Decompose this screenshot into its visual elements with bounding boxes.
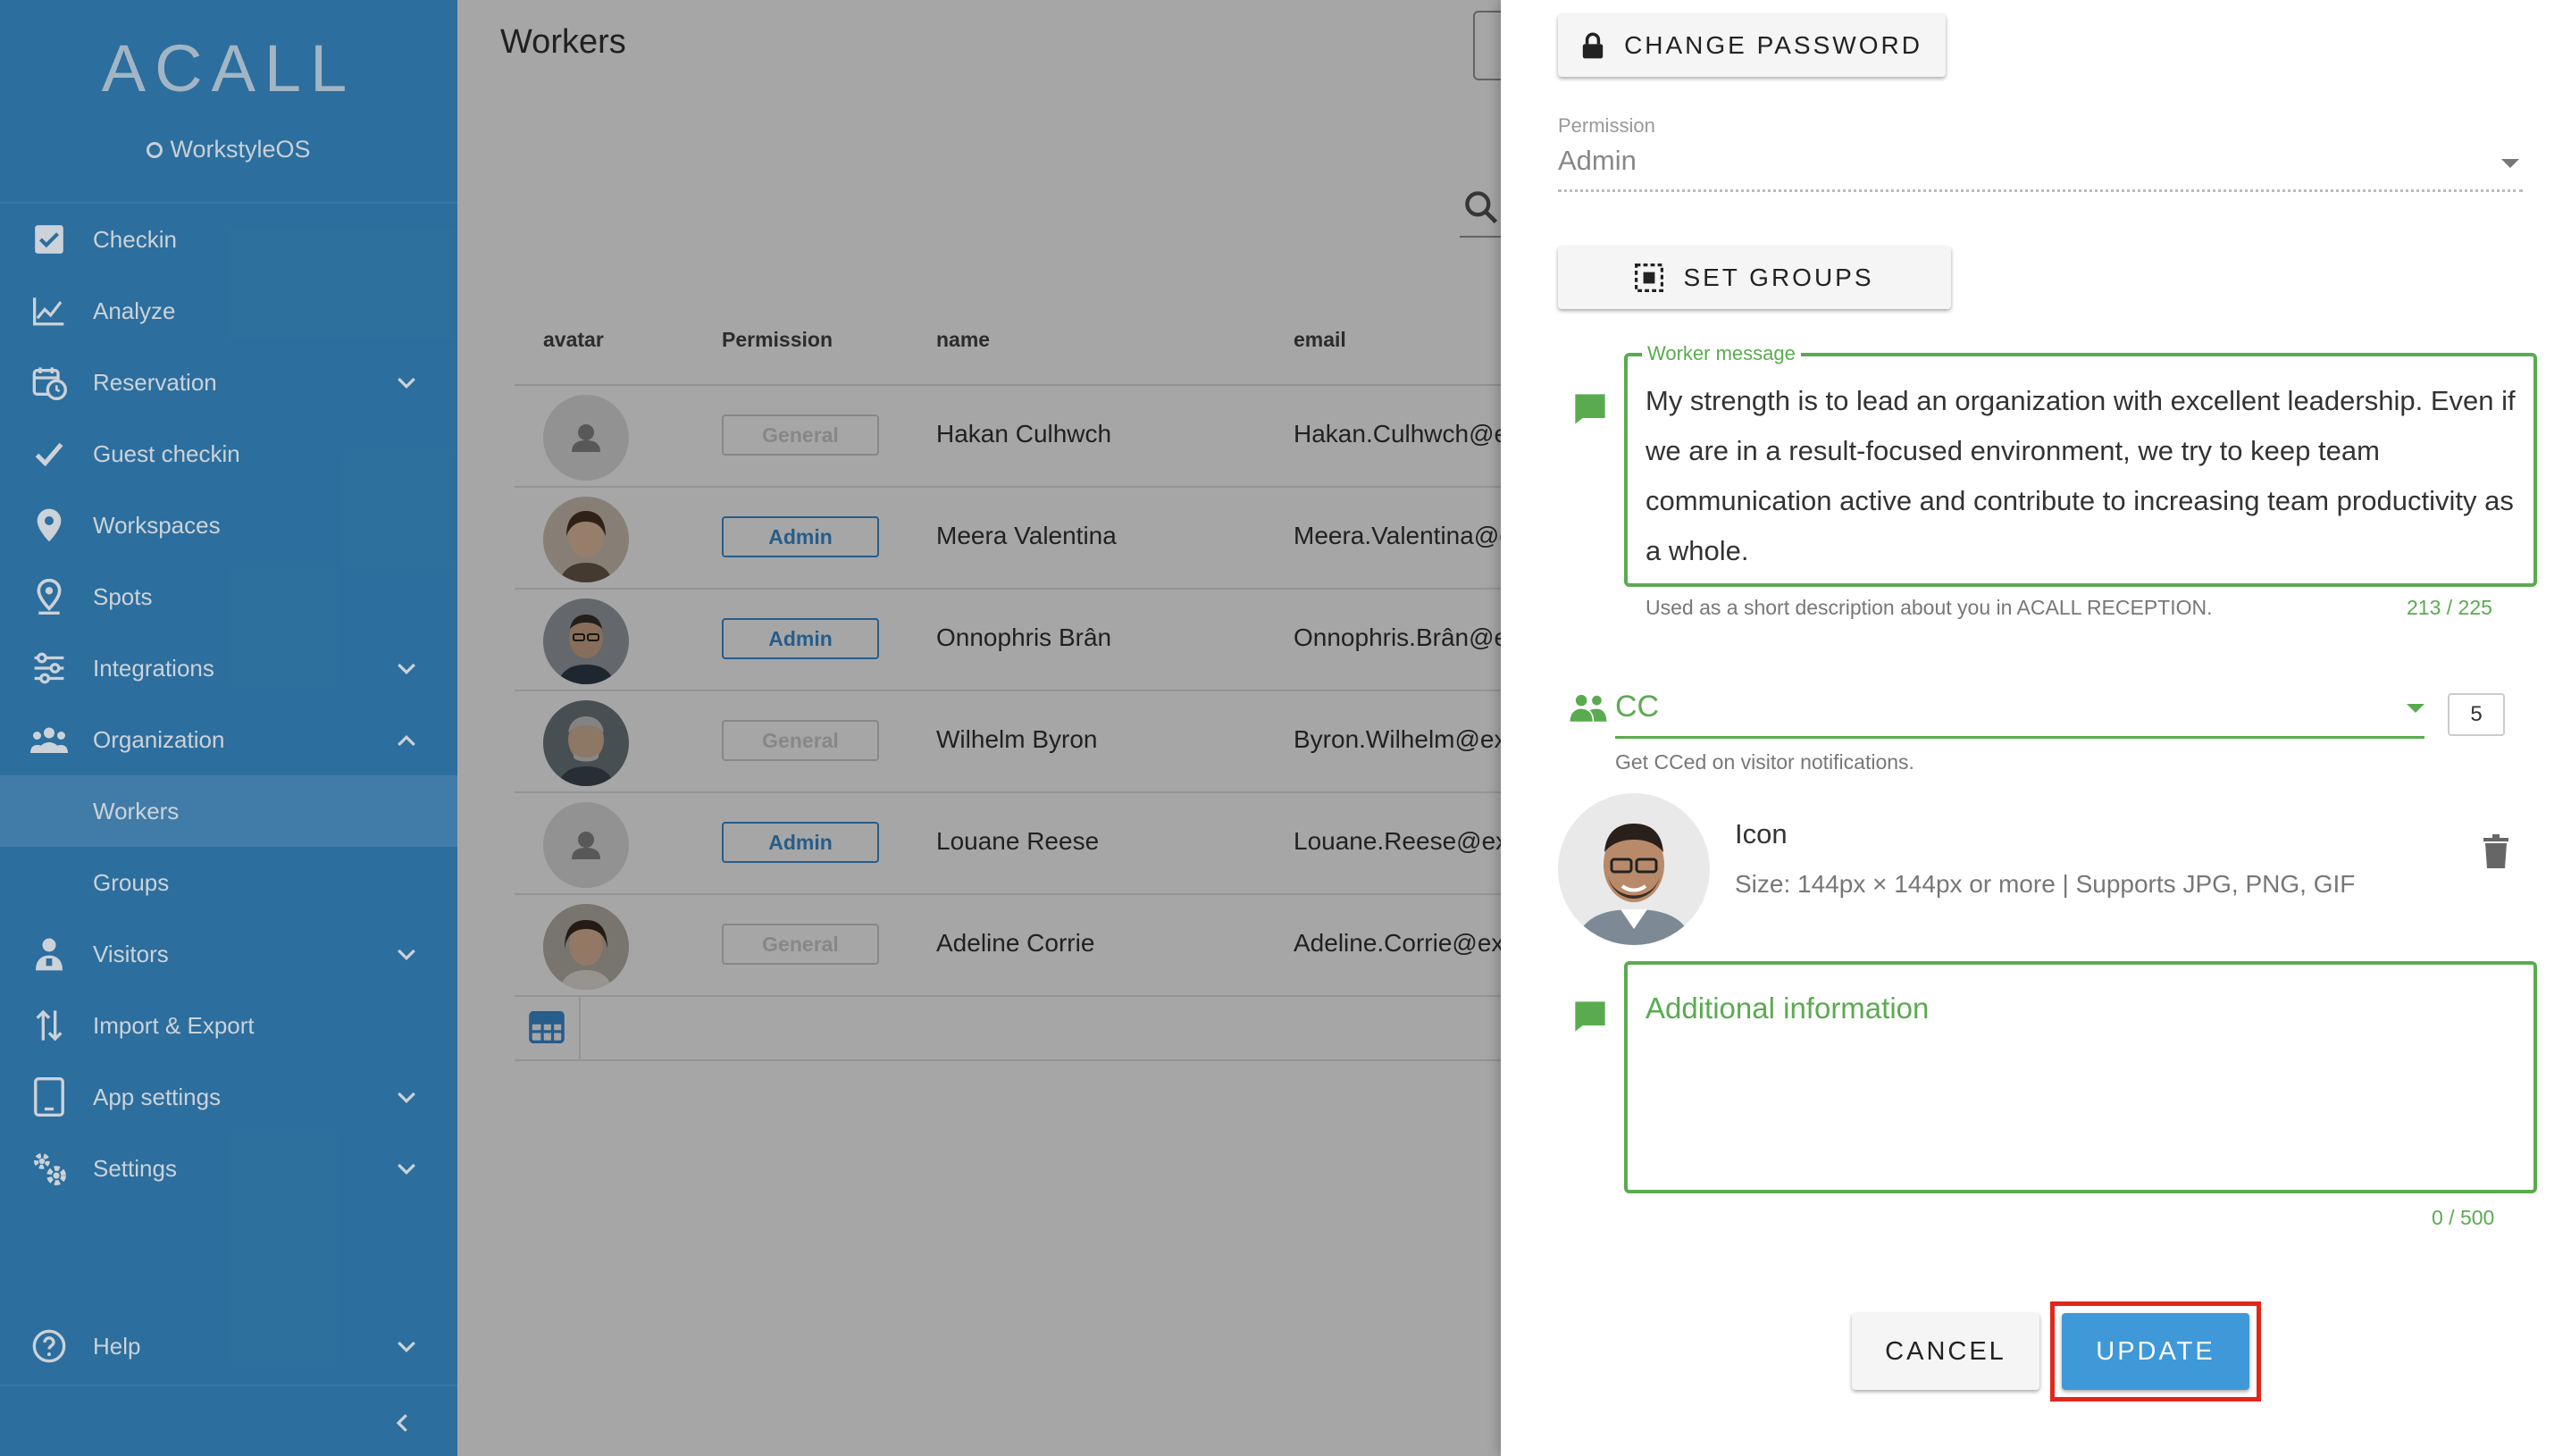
permission-underline bbox=[1558, 189, 2523, 192]
worker-message-counter: 213 / 225 bbox=[2407, 596, 2492, 619]
update-button[interactable]: UPDATE bbox=[2062, 1313, 2249, 1390]
cancel-button[interactable]: CANCEL bbox=[1852, 1313, 2039, 1390]
permission-label: Permission bbox=[1558, 114, 1655, 137]
chat-icon bbox=[1575, 394, 1605, 424]
additional-information-placeholder: Additional information bbox=[1646, 992, 1930, 1025]
worker-message-label: Worker message bbox=[1642, 342, 1801, 365]
icon-title: Icon bbox=[1735, 818, 1788, 849]
permission-select[interactable]: Admin bbox=[1558, 145, 1637, 177]
set-groups-button[interactable]: SET GROUPS bbox=[1558, 247, 1951, 309]
cc-count-badge: 5 bbox=[2448, 693, 2505, 736]
additional-information-textarea[interactable]: Additional information bbox=[1624, 961, 2537, 1193]
cc-select[interactable]: CC bbox=[1615, 690, 1659, 724]
worker-message-hint: Used as a short description about you in… bbox=[1646, 596, 2213, 619]
group-select-icon bbox=[1635, 264, 1664, 292]
trash-icon[interactable] bbox=[2482, 834, 2510, 870]
cc-hint: Get CCed on visitor notifications. bbox=[1615, 750, 1914, 774]
worker-message-textarea[interactable]: Worker message My strength is to lead an… bbox=[1624, 342, 2537, 587]
cc-underline bbox=[1615, 736, 2424, 739]
edit-worker-drawer: CHANGE PASSWORD Permission Admin SET GRO… bbox=[1501, 0, 2571, 1456]
cc-dropdown-caret-icon[interactable] bbox=[2407, 704, 2424, 713]
change-password-button[interactable]: CHANGE PASSWORD bbox=[1558, 14, 1946, 77]
people-icon bbox=[1570, 694, 1607, 722]
sidebar: ACALL WorkstyleOS Checkin Analyze Reserv… bbox=[0, 0, 457, 1456]
lock-icon bbox=[1582, 32, 1604, 59]
sidebar-dim bbox=[0, 0, 457, 1456]
worker-message-text: My strength is to lead an organization w… bbox=[1646, 385, 2516, 566]
icon-hint: Size: 144px × 144px or more | Supports J… bbox=[1735, 870, 2356, 898]
profile-icon-image[interactable] bbox=[1558, 793, 1710, 945]
chat-icon bbox=[1575, 1001, 1605, 1032]
additional-information-counter: 0 / 500 bbox=[2432, 1206, 2495, 1229]
modal-backdrop[interactable] bbox=[457, 0, 1501, 1456]
dropdown-caret-icon[interactable] bbox=[2501, 159, 2519, 168]
